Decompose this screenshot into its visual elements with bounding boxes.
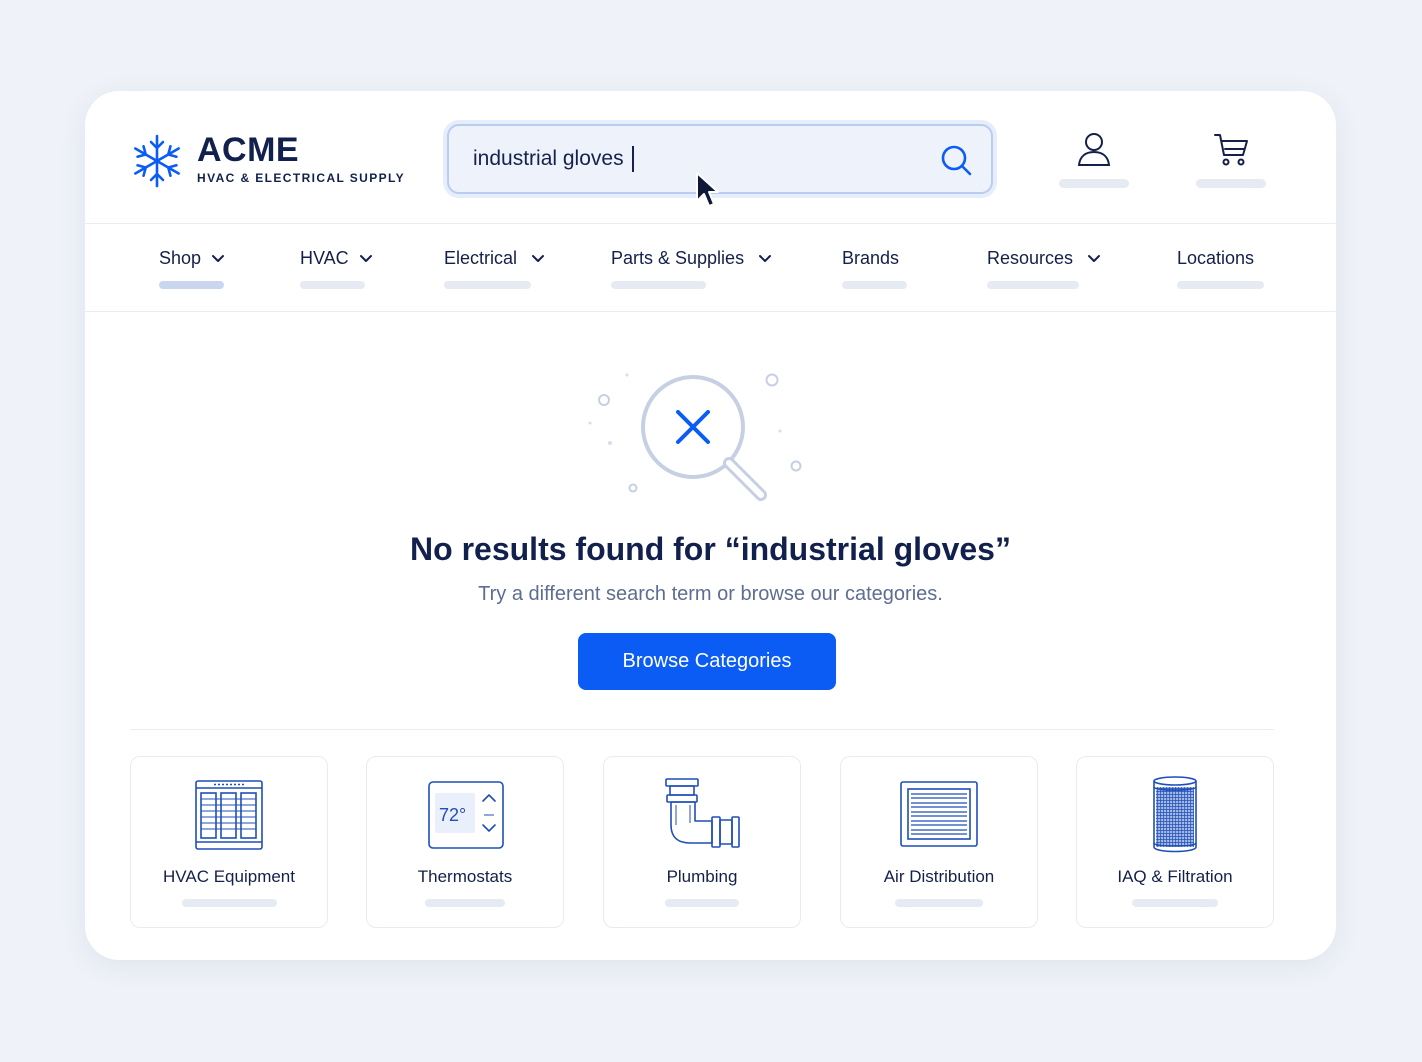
text-caret — [631, 146, 634, 172]
chevron-down-icon — [1088, 254, 1101, 262]
no-results-hint: Try a different search term or browse ou… — [478, 583, 943, 605]
no-results-heading: No results found for “industrial gloves” — [410, 531, 1011, 567]
nav-item-brands[interactable]: Brands — [842, 248, 907, 289]
category-meta-placeholder — [895, 899, 983, 907]
thermostat-reading: 72° — [439, 805, 466, 825]
section-divider — [130, 729, 1274, 730]
nav-label: Electrical — [444, 248, 518, 268]
category-tile-plumbing[interactable]: Plumbing — [603, 756, 801, 928]
logo[interactable]: ACME HVAC & ELECTRICAL SUPPLY — [131, 133, 405, 189]
nav-item-shop[interactable]: Shop — [159, 248, 225, 289]
category-label: Thermostats — [417, 867, 513, 886]
nav-item-parts-supplies[interactable]: Parts & Supplies — [611, 248, 772, 289]
category-tile-thermostats[interactable]: 72° Thermostats — [366, 756, 564, 928]
brand-name: ACME — [197, 131, 300, 169]
account-button[interactable] — [1058, 131, 1130, 193]
nav-indicator — [1177, 281, 1264, 289]
main-nav: Shop HVAC Electrical Parts & Supplies Br… — [85, 224, 1336, 312]
category-meta-placeholder — [1132, 899, 1218, 907]
nav-indicator — [611, 281, 706, 289]
hvac-unit-icon — [195, 780, 263, 850]
search-icon[interactable] — [939, 143, 973, 177]
category-tile-iaq-filtration[interactable]: IAQ & Filtration — [1076, 756, 1274, 928]
no-results-magnifier-icon — [588, 373, 802, 501]
nav-indicator — [842, 281, 907, 289]
main-card: ACME HVAC & ELECTRICAL SUPPLY industrial… — [85, 91, 1336, 960]
nav-item-resources[interactable]: Resources — [987, 248, 1101, 289]
nav-label: Locations — [1177, 248, 1255, 268]
category-label: Air Distribution — [883, 867, 995, 886]
nav-indicator — [300, 281, 365, 289]
category-label: IAQ & Filtration — [1117, 867, 1233, 886]
site-header: ACME HVAC & ELECTRICAL SUPPLY — [85, 91, 1336, 224]
brand-tagline: HVAC & ELECTRICAL SUPPLY — [197, 171, 406, 185]
nav-label: Resources — [987, 248, 1074, 268]
category-label: HVAC Equipment — [163, 867, 295, 886]
category-meta-placeholder — [665, 899, 739, 907]
nav-indicator — [987, 281, 1079, 289]
nav-indicator — [444, 281, 531, 289]
vent-icon — [900, 781, 978, 847]
user-icon — [1077, 133, 1111, 166]
nav-item-electrical[interactable]: Electrical — [444, 248, 545, 289]
chevron-down-icon — [759, 254, 772, 262]
chevron-down-icon — [359, 254, 372, 262]
nav-item-locations[interactable]: Locations — [1177, 248, 1264, 289]
search-input[interactable] — [473, 147, 893, 171]
cart-label-placeholder — [1196, 179, 1266, 188]
browse-categories-button[interactable]: Browse Categories — [578, 633, 836, 690]
nav-label: Brands — [842, 248, 900, 268]
cart-icon — [1214, 134, 1248, 166]
nav-label: Parts & Supplies — [611, 248, 745, 268]
nav-label: Shop — [159, 248, 202, 268]
pipe-icon — [665, 778, 740, 848]
mouse-pointer-icon — [696, 172, 719, 207]
nav-label: HVAC — [300, 248, 349, 268]
category-tile-air-distribution[interactable]: Air Distribution — [840, 756, 1038, 928]
thermostat-icon: 72° — [428, 781, 504, 849]
category-meta-placeholder — [425, 899, 505, 907]
account-label-placeholder — [1059, 179, 1129, 188]
filter-icon — [1153, 776, 1197, 853]
nav-active-indicator — [159, 281, 224, 289]
chevron-down-icon — [532, 254, 545, 262]
cart-button[interactable] — [1195, 131, 1267, 193]
nav-item-hvac[interactable]: HVAC — [300, 248, 373, 289]
category-tile-hvac-equipment[interactable]: HVAC Equipment — [130, 756, 328, 928]
chevron-down-icon — [212, 254, 225, 262]
snowflake-icon — [134, 134, 180, 188]
category-meta-placeholder — [181, 899, 277, 907]
category-label: Plumbing — [666, 867, 738, 886]
